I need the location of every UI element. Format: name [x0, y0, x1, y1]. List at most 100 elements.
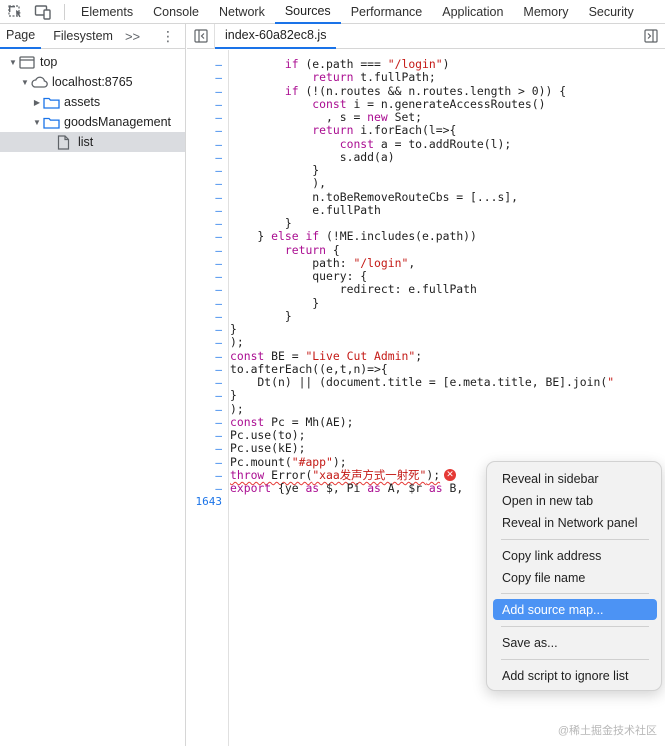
collapsed-triangle-icon: ▶	[33, 97, 41, 107]
menu-item-save-as[interactable]: Save as...	[493, 632, 657, 653]
folder-icon	[42, 94, 60, 110]
tree-item-goods-management[interactable]: ▼ goodsManagement	[0, 112, 185, 132]
line-marker[interactable]: –	[184, 111, 222, 124]
line-marker[interactable]: –	[184, 323, 222, 336]
menu-item-reveal-in-sidebar[interactable]: Reveal in sidebar	[493, 468, 657, 489]
file-tab[interactable]: index-60a82ec8.js	[215, 23, 337, 49]
line-marker[interactable]: –	[184, 230, 222, 243]
code-line: );	[230, 401, 244, 416]
tree-item-assets[interactable]: ▶ assets	[0, 92, 185, 112]
menu-item-add-source-map[interactable]: Add source map...	[493, 599, 657, 620]
code-line: s.add(a)	[230, 149, 395, 164]
line-marker[interactable]: –	[184, 442, 222, 455]
toggle-navigator-icon[interactable]	[187, 23, 215, 49]
line-marker[interactable]: –	[184, 244, 222, 257]
code-line: } else if (!ME.includes(e.path))	[230, 229, 477, 244]
code-line: const Pc = Mh(AE);	[230, 414, 354, 429]
navigator-menu-button[interactable]: ⋮	[151, 28, 185, 45]
tree-item-label: list	[78, 135, 94, 149]
line-marker[interactable]: –	[184, 376, 222, 389]
navigator-tabs: Page Filesystem >> ⋮	[0, 24, 185, 49]
tab-performance[interactable]: Performance	[341, 0, 433, 24]
line-marker[interactable]: –	[184, 124, 222, 137]
code-line: if (!(n.routes && n.routes.length > 0)) …	[284, 83, 567, 98]
code-line: const a = to.addRoute(l);	[339, 136, 512, 151]
expanded-triangle-icon: ▼	[33, 117, 41, 127]
line-marker[interactable]: –	[184, 363, 222, 376]
tree-item-top[interactable]: ▼ top	[0, 52, 185, 72]
line-marker[interactable]: –	[184, 191, 222, 204]
code-line: throw Error("xaa发声方式一射死"); ✕	[230, 468, 457, 482]
line-marker[interactable]: –	[184, 429, 222, 442]
tab-network[interactable]: Network	[209, 0, 275, 24]
line-marker[interactable]: –	[184, 257, 222, 270]
line-marker[interactable]: –	[184, 283, 222, 296]
line-marker[interactable]: –	[184, 310, 222, 323]
cloud-icon	[30, 74, 48, 90]
tab-sources[interactable]: Sources	[274, 0, 341, 24]
menu-item-copy-file-name[interactable]: Copy file name	[493, 567, 657, 588]
menu-separator	[501, 593, 649, 594]
tab-elements[interactable]: Elements	[71, 0, 143, 24]
line-marker[interactable]: –	[184, 85, 222, 98]
tab-memory[interactable]: Memory	[513, 0, 578, 24]
line-marker[interactable]: –	[184, 177, 222, 190]
menu-item-open-in-new-tab[interactable]: Open in new tab	[493, 490, 657, 511]
code-line: n.toBeRemoveRouteCbs = [...s],	[230, 189, 519, 204]
inspect-element-icon[interactable]	[4, 1, 26, 23]
line-marker[interactable]: –	[184, 217, 222, 230]
code-line: ),	[230, 176, 327, 191]
tree-item-localhost[interactable]: ▼ localhost:8765	[0, 72, 185, 92]
menu-item-add-script-to-ignore-list[interactable]: Add script to ignore list	[493, 665, 657, 686]
tree-item-list[interactable]: list	[0, 132, 185, 152]
error-icon[interactable]: ✕	[444, 469, 457, 482]
nav-tab-page[interactable]: Page	[0, 24, 42, 49]
line-marker[interactable]: –	[184, 138, 222, 151]
code-line: export {ye as $, Pi as A, $r as B,	[230, 481, 464, 495]
code-line: return i.forEach(l=>{	[312, 123, 457, 138]
menu-item-reveal-in-network-panel[interactable]: Reveal in Network panel	[493, 512, 657, 533]
frame-icon	[18, 54, 36, 70]
line-marker[interactable]: –	[184, 98, 222, 111]
line-marker[interactable]: –	[184, 71, 222, 84]
code-line: const i = n.generateAccessRoutes()	[312, 96, 546, 111]
menu-separator	[501, 659, 649, 660]
line-marker[interactable]: –	[184, 297, 222, 310]
line-marker[interactable]: –	[184, 469, 222, 482]
menu-separator	[501, 626, 649, 627]
code-line: }	[230, 295, 320, 310]
expanded-triangle-icon: ▼	[21, 77, 29, 87]
line-marker[interactable]: –	[184, 151, 222, 164]
code-line: );	[230, 335, 244, 350]
tree-item-label: top	[40, 55, 58, 69]
toolbar-divider	[64, 3, 65, 20]
line-marker[interactable]: –	[184, 389, 222, 402]
line-marker[interactable]: –	[184, 336, 222, 349]
more-tabs-button[interactable]: >>	[119, 29, 146, 44]
line-number[interactable]: 1643	[184, 495, 223, 508]
device-toolbar-icon[interactable]	[32, 1, 54, 23]
line-number-gutter: – – – – – – – – – – – – – – – – – – – – – – – – – – – – – – – – –1643	[187, 50, 229, 746]
line-marker[interactable]: –	[184, 416, 222, 429]
toggle-debugger-icon[interactable]	[637, 24, 665, 49]
line-marker[interactable]: –	[184, 403, 222, 416]
menu-item-copy-link-address[interactable]: Copy link address	[493, 545, 657, 566]
line-marker[interactable]: –	[184, 270, 222, 283]
tab-console[interactable]: Console	[143, 0, 209, 24]
tree-item-label: localhost:8765	[52, 75, 133, 89]
line-marker[interactable]: –	[184, 456, 222, 469]
context-menu: Reveal in sidebar Open in new tab Reveal…	[486, 461, 662, 691]
code-line: }	[230, 308, 292, 323]
code-line: }	[230, 163, 320, 177]
line-marker[interactable]: –	[184, 58, 222, 71]
tab-application[interactable]: Application	[432, 0, 513, 24]
line-marker[interactable]: –	[184, 204, 222, 217]
file-icon	[54, 134, 72, 150]
nav-tab-filesystem[interactable]: Filesystem	[47, 24, 119, 49]
tab-security[interactable]: Security	[579, 0, 644, 24]
line-marker[interactable]: –	[184, 350, 222, 363]
line-marker[interactable]: –	[184, 164, 222, 177]
line-marker[interactable]: –	[184, 482, 222, 495]
expanded-triangle-icon: ▼	[9, 57, 17, 67]
folder-icon	[42, 114, 60, 130]
